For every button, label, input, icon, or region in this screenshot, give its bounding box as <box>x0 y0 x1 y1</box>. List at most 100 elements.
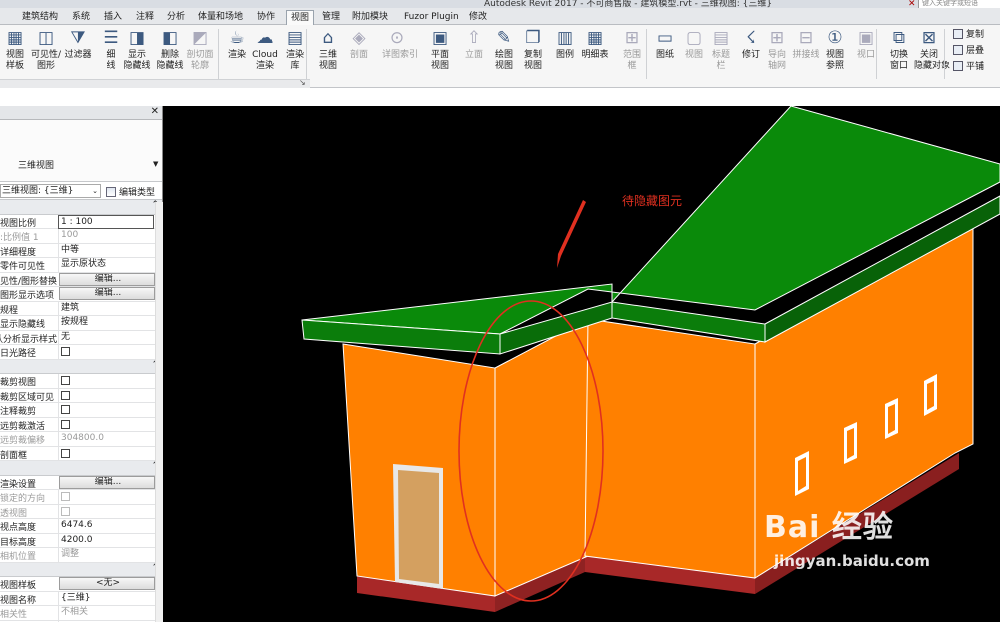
window-2-button[interactable]: 平铺 <box>953 61 984 73</box>
properties-section-header[interactable]: ⌃ <box>0 461 162 476</box>
plan-views-button[interactable]: ▣ 平面 视图 <box>425 27 455 72</box>
edit-type-button[interactable]: 编辑类型 <box>106 185 155 198</box>
checkbox[interactable] <box>61 506 70 516</box>
sheet-button[interactable]: ▭ 图纸 <box>650 27 680 61</box>
window-1-button[interactable]: 层叠 <box>953 45 984 57</box>
callout-button[interactable]: ⊙ 详图索引 <box>382 27 418 61</box>
render-button[interactable]: ☕ 渲染 <box>222 27 252 61</box>
property-row: 剖面框 <box>0 446 162 461</box>
property-value[interactable] <box>58 374 154 388</box>
property-value[interactable]: 1 : 100 <box>58 214 154 229</box>
window-0-button[interactable]: 复制 <box>953 29 984 41</box>
checkbox[interactable] <box>61 419 70 429</box>
properties-section-header[interactable]: ⌃ <box>0 562 162 577</box>
view-template-label-l2: 样板 <box>5 61 24 71</box>
close-icon[interactable]: ✕ <box>151 106 159 117</box>
remove-hidden-lines-button[interactable]: ◧ 删除 隐藏线 <box>155 27 185 72</box>
checkbox[interactable] <box>61 390 70 400</box>
switch-windows-button[interactable]: ⧉ 切换 窗口 <box>884 27 914 72</box>
view-reference-button[interactable]: ① 视图 参照 <box>820 27 850 72</box>
tab-10[interactable]: 附加模块 <box>348 10 392 25</box>
tab-8[interactable]: 视图 <box>286 10 315 25</box>
tab-11[interactable]: Fuzor Plugin <box>400 10 463 25</box>
checkbox[interactable] <box>61 376 70 385</box>
tab-3[interactable]: 插入 <box>100 10 126 25</box>
render-cloud-button[interactable]: ☁ Cloud 渲染 <box>250 27 280 72</box>
3d-view-button[interactable]: ⌂ 三维 视图 <box>313 27 343 72</box>
property-value[interactable] <box>58 504 154 519</box>
view-reference-label-l1: 视图 <box>825 50 844 60</box>
schedules-button[interactable]: ▦ 明细表 <box>580 27 610 61</box>
switch-windows-label-l2: 窗口 <box>889 61 908 71</box>
cut-profile-button[interactable]: ◩ 剖切面 轮廓 <box>185 27 215 72</box>
view-button[interactable]: ▢ 视图 <box>679 27 709 61</box>
tab-4[interactable]: 注释 <box>132 10 158 25</box>
close-icon[interactable]: ✕ <box>908 0 916 8</box>
properties-header: ✕ <box>0 106 162 120</box>
filters-icon: ⧩ <box>70 28 86 48</box>
search-input[interactable]: 键入关键字或短语 <box>918 0 1000 8</box>
type-selector[interactable]: 三维视图 ▼ <box>0 120 162 182</box>
wall-front-right[interactable] <box>584 318 756 579</box>
chevron-down-icon[interactable]: ▼ <box>153 160 158 168</box>
duplicate-view-button[interactable]: ❐ 复制 视图 <box>518 27 548 72</box>
tab-2[interactable]: 系统 <box>68 10 94 25</box>
door-panel[interactable] <box>398 470 439 584</box>
properties-section-header[interactable]: ⌃ <box>0 359 162 374</box>
legends-button[interactable]: ▥ 图例 <box>550 27 580 61</box>
checkbox[interactable] <box>61 492 70 501</box>
property-value[interactable] <box>58 417 154 432</box>
checkbox[interactable] <box>61 405 70 414</box>
tab-7[interactable]: 协作 <box>253 10 279 25</box>
property-value[interactable] <box>58 403 154 417</box>
property-edit-button[interactable]: 编辑... <box>59 287 155 300</box>
property-row: 远剪裁激活 <box>0 417 162 432</box>
watermark-url: jingyan.baidu.com <box>774 552 930 570</box>
property-edit-button[interactable]: 编辑... <box>59 475 155 489</box>
drafting-view-button[interactable]: ✎ 绘图 视图 <box>489 27 519 72</box>
checkbox[interactable] <box>61 448 70 458</box>
legends-icon: ▥ <box>556 28 574 48</box>
property-name: 视图名称 <box>0 595 37 606</box>
filters-button[interactable]: ⧩ 过滤器 <box>63 27 93 61</box>
property-value[interactable] <box>58 345 154 359</box>
annotation-text: 待隐藏图元 <box>622 194 683 208</box>
tab-12[interactable]: 修改 <box>465 10 491 25</box>
show-hidden-lines-button[interactable]: ◨ 显示 隐藏线 <box>122 27 152 72</box>
property-name: 默认分析显示样式 <box>0 334 57 345</box>
instance-filter-select[interactable]: 三维视图: {三维} ⌄ <box>0 184 101 198</box>
property-edit-button[interactable]: 编辑... <box>59 272 155 286</box>
guide-grid-button[interactable]: ⊞ 导向 轴网 <box>762 27 792 72</box>
property-value[interactable] <box>58 446 154 461</box>
visibility-graphics-button[interactable]: ◫ 可见性/图形 <box>31 27 61 72</box>
close-hidden-button[interactable]: ⊠ 关闭 隐藏对象 <box>914 27 950 72</box>
properties-section-header[interactable]: ⌃ <box>0 200 162 215</box>
remove-hidden-lines-label-l2: 隐藏线 <box>156 61 184 71</box>
chevron-down-icon[interactable]: ⌄ <box>92 185 98 197</box>
elevation-button[interactable]: ⇧ 立面 <box>459 27 489 61</box>
title-block-button[interactable]: ▤ 标题栏 <box>706 27 736 72</box>
property-edit-button[interactable]: <无> <box>59 577 155 590</box>
wall-inner-corner[interactable] <box>494 318 589 597</box>
view-reference-icon: ① <box>827 28 843 48</box>
scope-box-button[interactable]: ⊞ 范围框 <box>617 27 647 72</box>
tab-5[interactable]: 分析 <box>163 10 189 25</box>
panel-dialog-launcher-icon[interactable]: ↘ <box>299 78 306 87</box>
tab-9[interactable]: 管理 <box>318 10 344 25</box>
property-row: 视图比例 1 : 100 <box>0 214 162 229</box>
matchline-button[interactable]: ⊟ 拼接线 <box>791 27 821 61</box>
remove-hidden-lines-icon: ◧ <box>161 28 179 48</box>
property-value[interactable] <box>58 490 154 504</box>
show-hidden-lines-icon: ◨ <box>128 28 146 48</box>
section-button[interactable]: ◈ 剖面 <box>344 27 374 61</box>
duplicate-view-label-l2: 视图 <box>523 61 542 71</box>
property-value: 显示原状态 <box>58 258 154 272</box>
tab-6[interactable]: 体量和场地 <box>194 10 247 25</box>
properties-scrollbar[interactable] <box>155 202 163 622</box>
property-row: 规程 建筑 <box>0 301 162 316</box>
drafting-view-label-l2: 视图 <box>494 61 513 71</box>
checkbox[interactable] <box>61 347 70 356</box>
tab-1[interactable]: 结构 <box>36 10 62 25</box>
property-value[interactable] <box>58 388 154 403</box>
view-template-button[interactable]: ▦ 视图 样板 <box>0 27 30 72</box>
